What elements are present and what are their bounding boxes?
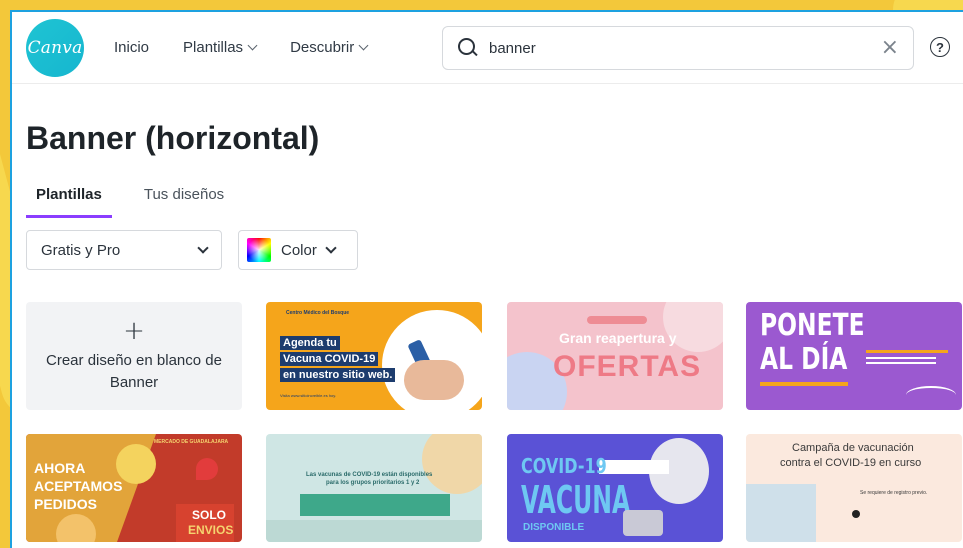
blank-card-line1: Crear diseño en blanco de [46, 352, 222, 369]
template-text: COVID-19 [521, 454, 607, 478]
template-text: ACEPTAMOS [34, 478, 123, 494]
template-text: Centro Médico del Bosque [286, 310, 350, 316]
template-text: AL DÍA [760, 342, 848, 377]
template-text: PONETE [760, 308, 865, 343]
decorative-wave [906, 386, 956, 404]
info-box [599, 460, 669, 474]
hand-shape [404, 360, 464, 400]
color-filter-label: Color [281, 241, 317, 259]
template-text: MERCADO DE GUADALAJARA [154, 439, 229, 445]
decorative-line [866, 357, 936, 359]
template-text: OFERTAS [553, 350, 702, 383]
blank-card-line2: Banner [109, 374, 159, 391]
filters: Gratis y Pro Color [26, 230, 358, 270]
template-text: en nuestro sitio web. [280, 368, 396, 382]
template-text: PEDIDOS [34, 496, 98, 512]
template-text: DISPONIBLE [523, 522, 585, 533]
search-input[interactable]: banner [489, 40, 881, 57]
template-text: VACUNA [521, 478, 631, 522]
vaccine-photo [623, 510, 663, 536]
template-text: AHORA [34, 460, 86, 476]
color-swatch-icon [247, 238, 271, 262]
tab-plantillas[interactable]: Plantillas [26, 182, 112, 218]
template-card[interactable]: Campaña de vacunación contra el COVID-19… [746, 434, 962, 542]
template-text: Se requiere de registro previo. [860, 490, 928, 496]
template-text: Agenda tu [280, 336, 340, 350]
chevron-down-icon [325, 241, 337, 254]
template-text: Las vacunas de COVID-19 están disponible… [306, 472, 433, 478]
close-icon[interactable]: × [881, 37, 899, 59]
template-card[interactable]: Gran reapertura y OFERTAS [507, 302, 723, 410]
page-title: Banner (horizontal) [26, 120, 320, 156]
strawberry-shape [196, 458, 218, 480]
search-box[interactable]: banner × [442, 26, 914, 70]
template-text: Vacuna COVID-19 [280, 352, 379, 366]
top-navbar: Canva Inicio Plantillas Descubrir banner… [12, 12, 963, 84]
template-photo [382, 310, 482, 410]
template-text: Gran reapertura y [559, 330, 677, 346]
template-text: para los grupos prioritarios 1 y 2 [326, 480, 420, 486]
template-card[interactable]: PONETE AL DÍA [746, 302, 962, 410]
chevron-down-icon [358, 40, 369, 51]
create-blank-design-button[interactable]: + Crear diseño en blanco de Banner [26, 302, 242, 410]
chevron-down-icon [197, 241, 209, 254]
search-icon[interactable] [457, 37, 479, 59]
decorative-line [866, 362, 936, 364]
template-card[interactable]: Centro Médico del Bosque Agenda tu Vacun… [266, 302, 482, 410]
logo-icon [852, 510, 860, 518]
nav-descubrir[interactable]: Descubrir [290, 39, 369, 56]
color-filter-dropdown[interactable]: Color [238, 230, 358, 270]
nav-plantillas[interactable]: Plantillas [183, 39, 258, 56]
main-nav: Inicio Plantillas Descubrir [114, 39, 369, 56]
footer-strip [266, 520, 482, 542]
header-strip [266, 434, 482, 448]
nav-descubrir-label: Descubrir [290, 39, 355, 56]
template-text: contra el COVID-19 en curso [780, 457, 922, 469]
chevron-down-icon [247, 40, 258, 51]
logo-text: Canva [27, 37, 83, 58]
canva-logo[interactable]: Canva [26, 18, 84, 77]
canva-window: Canva Inicio Plantillas Descubrir banner… [10, 10, 963, 548]
nav-inicio[interactable]: Inicio [114, 39, 149, 56]
nav-plantillas-label: Plantillas [183, 39, 244, 56]
help-icon-glyph: ? [936, 39, 944, 55]
template-card[interactable]: COVID-19 VACUNA DISPONIBLE [507, 434, 723, 542]
template-text: Campaña de vacunación [792, 442, 914, 454]
template-text: ENVIOS [188, 523, 234, 537]
template-text: Visita www.sitioincreible.es hoy. [280, 393, 337, 398]
plus-icon: + [123, 316, 145, 346]
pill-badge [587, 316, 647, 324]
price-filter-dropdown[interactable]: Gratis y Pro [26, 230, 222, 270]
vaccine-photo [746, 484, 816, 542]
nav-inicio-label: Inicio [114, 39, 150, 56]
help-icon[interactable]: ? [930, 37, 950, 57]
decorative-bar [760, 382, 848, 386]
price-filter-label: Gratis y Pro [41, 241, 121, 259]
decorative-bar [866, 350, 948, 353]
template-text: SOLO [192, 508, 227, 522]
tabs: Plantillas Tus diseños [26, 182, 234, 218]
template-card[interactable]: Las vacunas de COVID-19 están disponible… [266, 434, 482, 542]
tab-tus-disenos[interactable]: Tus diseños [134, 182, 234, 218]
cta-box [300, 494, 450, 516]
template-card[interactable]: MERCADO DE GUADALAJARA AHORA ACEPTAMOS P… [26, 434, 242, 542]
